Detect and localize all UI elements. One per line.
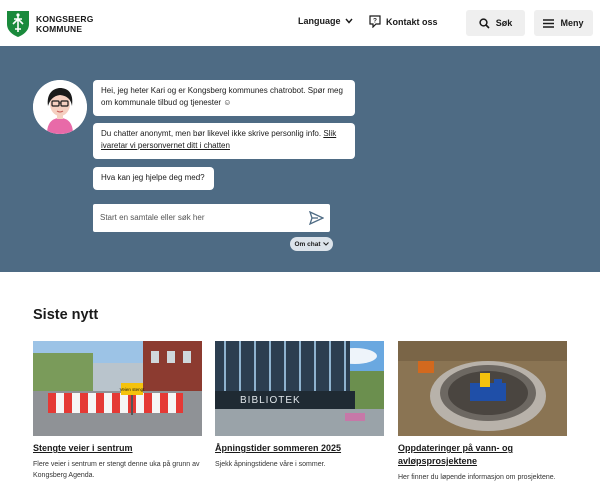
news-image-library: BIBLIOTEK (215, 341, 384, 436)
menu-label: Meny (560, 18, 584, 28)
news-section-title: Siste nytt (33, 307, 99, 323)
kongsberg-logo[interactable]: KONGSBERG KOMMUNE (6, 10, 94, 38)
language-label: Language (298, 16, 341, 26)
news-card-title[interactable]: Oppdateringer på vann- og avløpsprosjekt… (398, 442, 567, 468)
contact-label: Kontakt oss (386, 16, 438, 27)
chat-input[interactable]: Start en samtale eller søk her (93, 204, 330, 232)
news-card-title[interactable]: Åpningstider sommeren 2025 (215, 442, 384, 455)
chat-bubble-privacy: Du chatter anonymt, men bør likevel ikke… (93, 123, 355, 159)
news-card-text: Sjekk åpningstidene våre i sommer. (215, 461, 326, 468)
menu-button[interactable]: Meny (534, 10, 593, 36)
language-selector[interactable]: Language (298, 16, 353, 26)
search-icon (479, 17, 490, 29)
about-chat-label: Om chat (294, 240, 321, 248)
library-sign-text: BIBLIOTEK (240, 395, 301, 406)
chat-input-placeholder: Start en samtale eller søk her (100, 213, 205, 222)
coat-of-arms-icon (7, 11, 29, 37)
road-sign-text: Veien stengt (120, 387, 146, 392)
news-card-title[interactable]: Stengte veier i sentrum (33, 442, 202, 455)
about-chat-button[interactable]: Om chat (290, 237, 333, 251)
chevron-down-icon (322, 242, 329, 246)
search-label: Søk (495, 18, 513, 28)
news-card-text: Her finner du løpende informasjon om pro… (398, 474, 556, 481)
hamburger-icon (543, 18, 555, 28)
chevron-down-icon (344, 18, 353, 24)
contact-question-icon: ? (369, 15, 381, 28)
send-icon (308, 210, 325, 226)
search-button[interactable]: Søk (466, 10, 525, 36)
kari-avatar-icon (33, 80, 87, 134)
chat-bubble-greeting: Hei, jeg heter Kari og er Kongsberg komm… (93, 80, 355, 116)
news-image-pipes (398, 341, 567, 436)
logo-line2: KOMMUNE (36, 24, 83, 34)
privacy-text: Du chatter anonymt, men bør likevel ikke… (101, 129, 324, 138)
svg-text:?: ? (373, 18, 377, 25)
news-card[interactable]: Veien stengt Stengte veier i sentrum Fle… (33, 341, 202, 481)
news-card-text: Flere veier i sentrum er stengt denne uk… (33, 461, 200, 479)
news-card[interactable]: Oppdateringer på vann- og avløpsprosjekt… (398, 341, 567, 484)
chatbot-avatar (33, 80, 87, 134)
contact-link[interactable]: ? Kontakt oss (369, 15, 438, 28)
send-button[interactable] (308, 210, 325, 230)
chat-bubble-question: Hva kan jeg hjelpe deg med? (93, 167, 214, 190)
news-card[interactable]: BIBLIOTEK Åpningstider sommeren 2025 Sje… (215, 341, 384, 471)
logo-line1: KONGSBERG (36, 14, 94, 24)
site-header: KONGSBERG KOMMUNE Language ? Kontakt oss… (0, 0, 600, 46)
news-image-roadblock: Veien stengt (33, 341, 202, 436)
